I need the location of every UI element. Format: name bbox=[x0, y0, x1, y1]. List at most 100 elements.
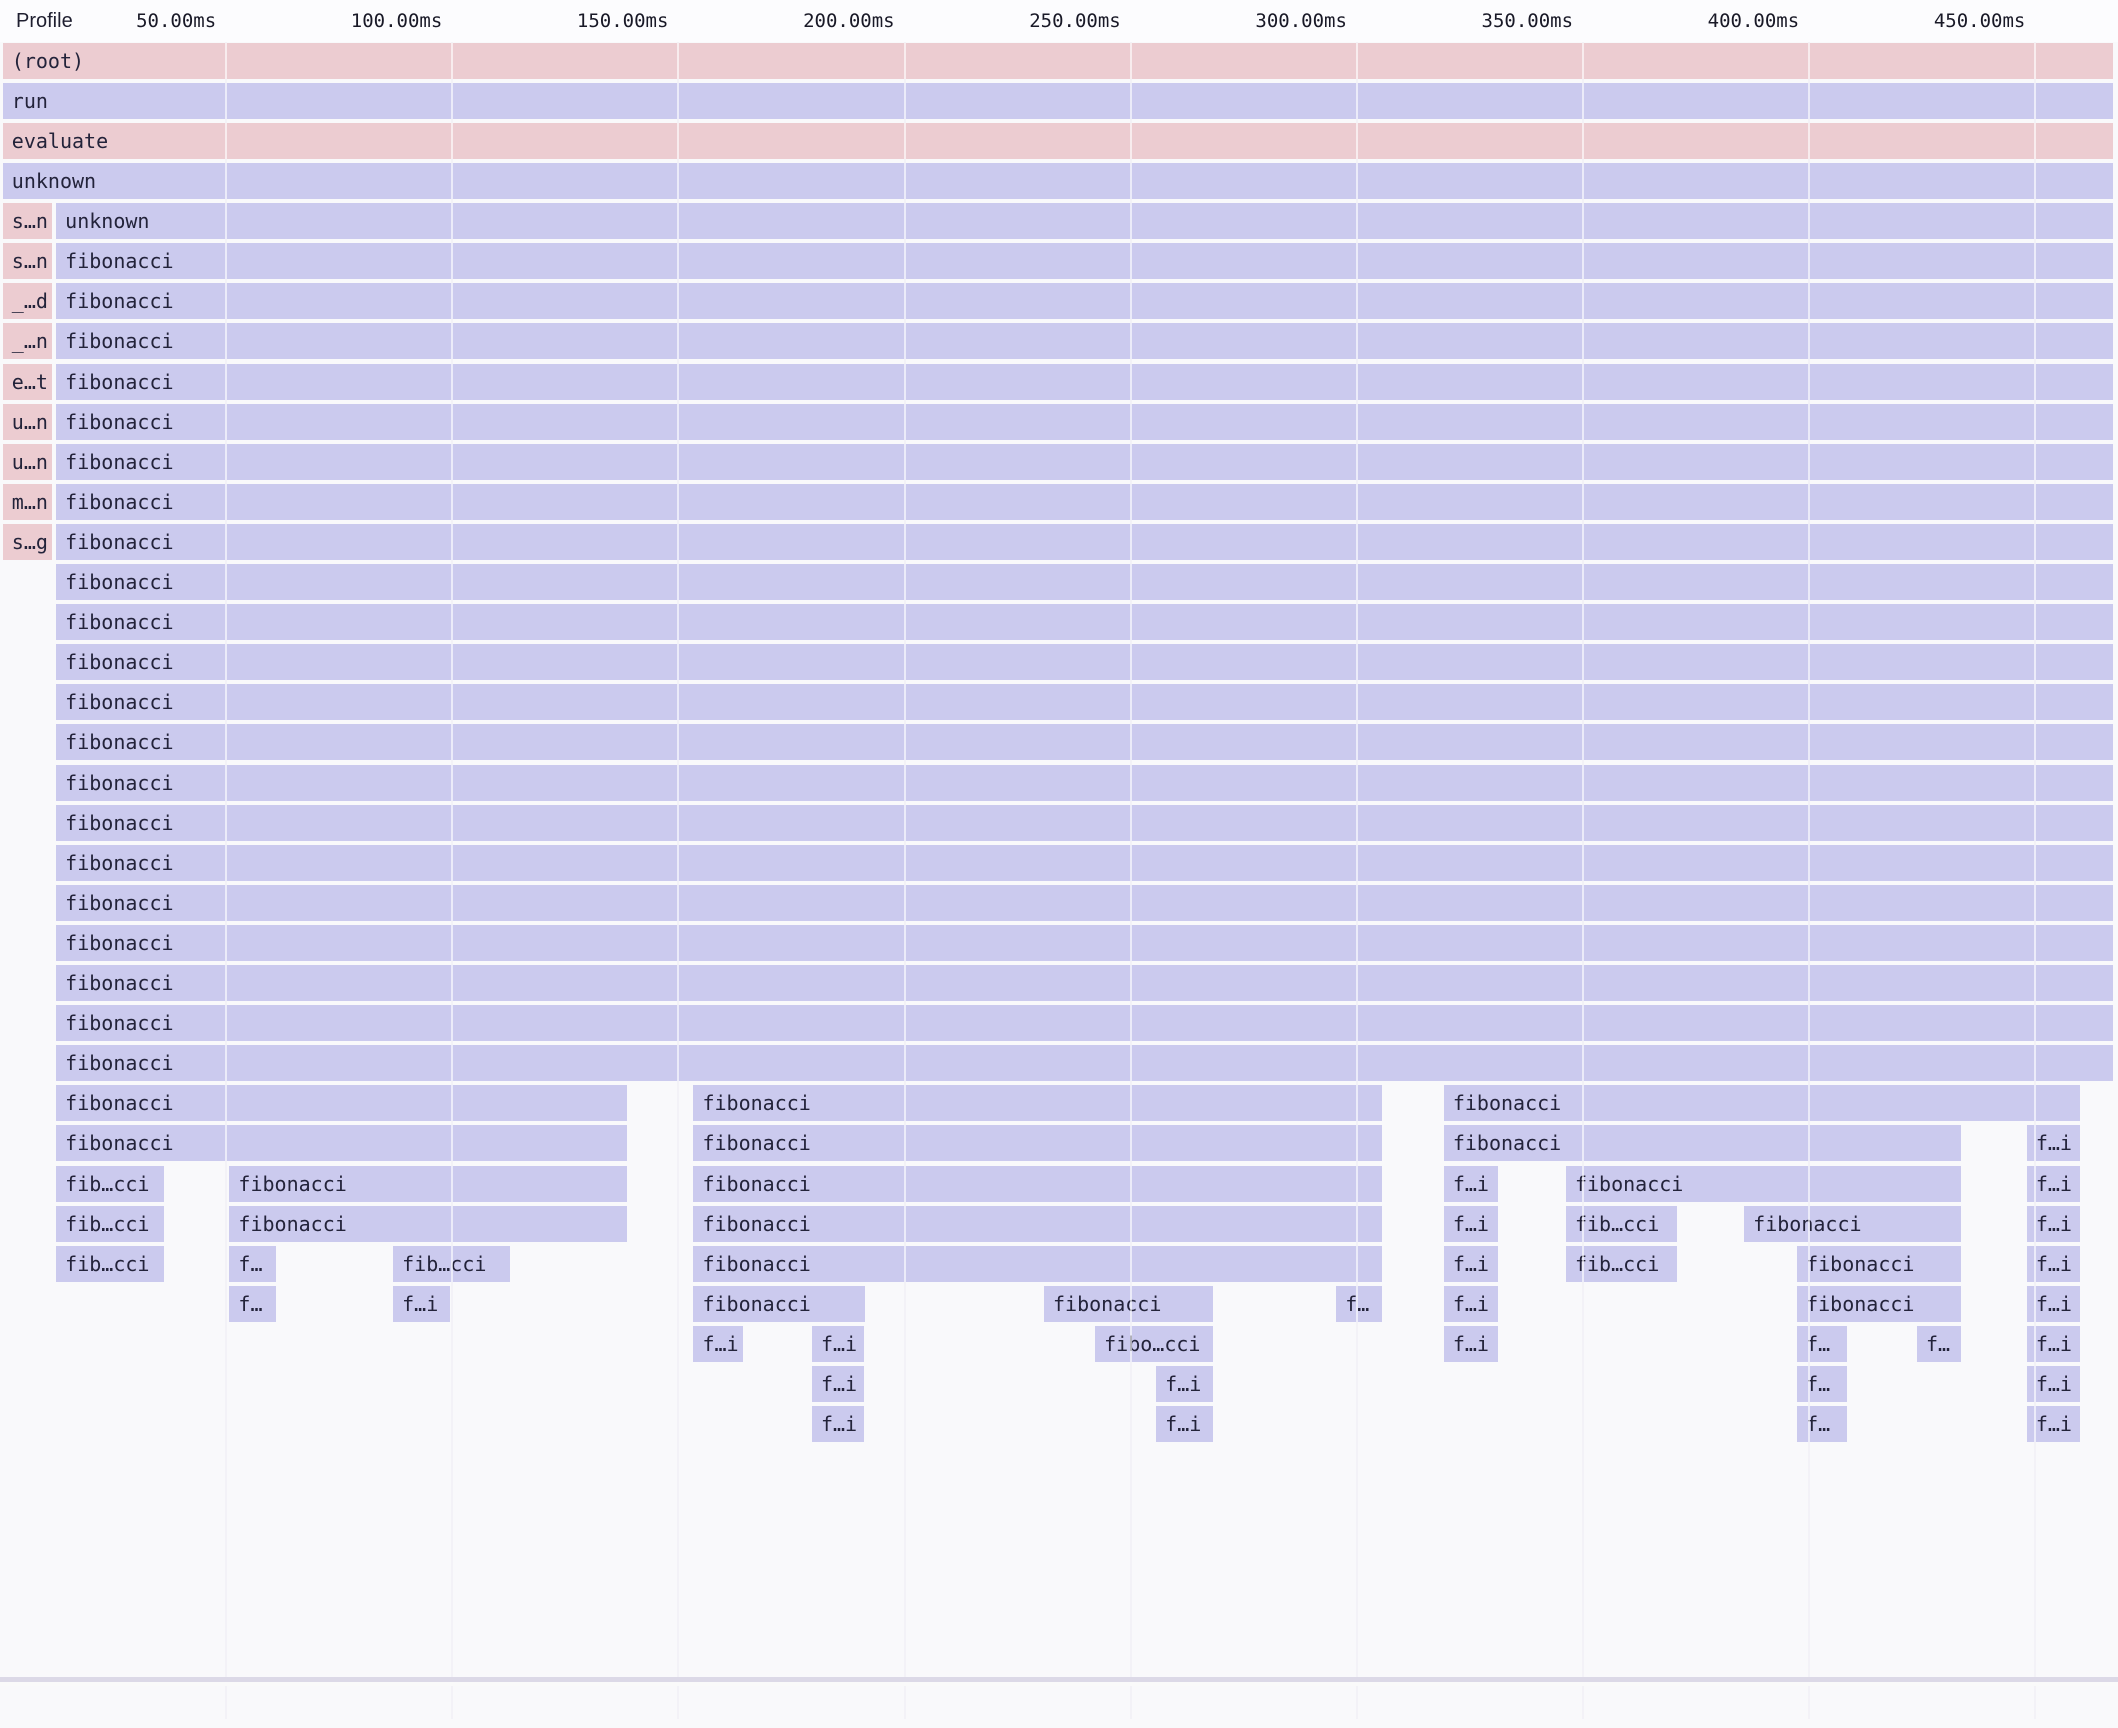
page-title: Profile bbox=[16, 0, 73, 42]
frame-box[interactable]: fibonacci bbox=[56, 1125, 627, 1161]
frame-box[interactable]: fibonacci bbox=[1744, 1206, 1960, 1242]
frame-box[interactable]: fibonacci bbox=[56, 965, 2112, 1001]
frame-box[interactable]: fibonacci bbox=[693, 1125, 1382, 1161]
timeline-ruler[interactable]: Profile 50.00ms100.00ms150.00ms200.00ms2… bbox=[0, 0, 2118, 42]
frame-label: fibonacci bbox=[1444, 1085, 2081, 1121]
frame-box[interactable]: f…i bbox=[1444, 1286, 1498, 1322]
frame-box[interactable]: fibonacci bbox=[56, 845, 2112, 881]
frame-box[interactable]: f… bbox=[229, 1246, 276, 1282]
frame-box[interactable]: f…i bbox=[1156, 1366, 1213, 1402]
frame-label: unknown bbox=[56, 203, 2112, 239]
frame-box[interactable]: m…n bbox=[3, 484, 52, 520]
frame-box[interactable]: _…n bbox=[3, 323, 52, 359]
frame-box[interactable]: e…t bbox=[3, 364, 52, 400]
stack-chart[interactable]: (root)runevaluateunknowns…nunknowns…nfib… bbox=[0, 42, 2118, 1719]
frame-box[interactable]: fibonacci bbox=[56, 484, 2112, 520]
frame-box[interactable]: u…n bbox=[3, 444, 52, 480]
frame-box[interactable]: f…i bbox=[1444, 1246, 1498, 1282]
ruler-tick-label: 400.00ms bbox=[1708, 0, 1800, 42]
frame-box[interactable]: fibonacci bbox=[56, 444, 2112, 480]
frame-label: fibonacci bbox=[693, 1246, 1382, 1282]
frame-box[interactable]: fibonacci bbox=[56, 364, 2112, 400]
frame-box[interactable]: fibonacci bbox=[229, 1166, 627, 1202]
frame-box[interactable]: fib…cci bbox=[56, 1206, 164, 1242]
frame-box[interactable]: f…i bbox=[1444, 1326, 1498, 1362]
frame-box[interactable]: fibonacci bbox=[56, 1085, 627, 1121]
frame-box[interactable]: fibonacci bbox=[56, 925, 2112, 961]
frame-box[interactable]: fibonacci bbox=[1566, 1166, 1961, 1202]
frame-box[interactable]: f… bbox=[1917, 1326, 1961, 1362]
frame-label: fibonacci bbox=[56, 364, 2112, 400]
frame-label: fibonacci bbox=[56, 644, 2112, 680]
frame-label: f… bbox=[229, 1286, 276, 1322]
frame-box[interactable]: f… bbox=[1336, 1286, 1382, 1322]
frame-box[interactable]: f…i bbox=[1444, 1206, 1498, 1242]
frame-box[interactable]: fibonacci bbox=[56, 564, 2112, 600]
ruler-tick-label: 250.00ms bbox=[1029, 0, 1121, 42]
frame-box[interactable]: fibonacci bbox=[693, 1206, 1382, 1242]
frame-box[interactable]: fibonacci bbox=[56, 1045, 2112, 1081]
frame-label: fibonacci bbox=[56, 684, 2112, 720]
frame-box[interactable]: fibonacci bbox=[56, 885, 2112, 921]
frame-box[interactable]: evaluate bbox=[3, 123, 2113, 159]
frame-label: run bbox=[3, 83, 2113, 119]
frame-box[interactable]: f…i bbox=[1444, 1166, 1498, 1202]
frame-box[interactable]: unknown bbox=[56, 203, 2112, 239]
frame-label: fibonacci bbox=[56, 444, 2112, 480]
frame-box[interactable]: fibonacci bbox=[56, 724, 2112, 760]
frame-box[interactable]: f…i bbox=[393, 1286, 450, 1322]
frame-box[interactable]: fibonacci bbox=[693, 1286, 864, 1322]
frame-box[interactable]: fibonacci bbox=[1444, 1085, 2081, 1121]
frame-box[interactable]: f… bbox=[1797, 1406, 1847, 1442]
frame-label: f…i bbox=[1444, 1166, 1498, 1202]
frame-box[interactable]: fibonacci bbox=[1797, 1286, 1960, 1322]
frame-box[interactable]: fibonacci bbox=[1444, 1125, 1961, 1161]
frame-box[interactable]: fibonacci bbox=[56, 323, 2112, 359]
frame-box[interactable]: fibonacci bbox=[56, 524, 2112, 560]
frame-box[interactable]: f… bbox=[1797, 1326, 1847, 1362]
frame-box[interactable]: fibonacci bbox=[56, 1005, 2112, 1041]
frame-box[interactable]: f…i bbox=[812, 1326, 864, 1362]
frame-box[interactable]: f… bbox=[229, 1286, 276, 1322]
frame-box[interactable]: f…i bbox=[1156, 1406, 1213, 1442]
frame-box[interactable]: unknown bbox=[3, 163, 2113, 199]
frame-box[interactable]: fibonacci bbox=[56, 404, 2112, 440]
frame-box[interactable]: fibonacci bbox=[1044, 1286, 1213, 1322]
frame-box[interactable]: u…n bbox=[3, 404, 52, 440]
frame-box[interactable]: fibonacci bbox=[56, 243, 2112, 279]
frame-box[interactable]: f…i bbox=[812, 1406, 864, 1442]
frame-box[interactable]: fibonacci bbox=[56, 644, 2112, 680]
frame-box[interactable]: fibonacci bbox=[1797, 1246, 1960, 1282]
frame-box[interactable]: fibonacci bbox=[56, 604, 2112, 640]
frame-box[interactable]: fib…cci bbox=[56, 1246, 164, 1282]
frame-box[interactable]: _…d bbox=[3, 283, 52, 319]
frame-box[interactable]: fibonacci bbox=[56, 684, 2112, 720]
frame-label: (root) bbox=[3, 43, 2113, 79]
frame-box[interactable]: f…i bbox=[693, 1326, 743, 1362]
frame-label: f… bbox=[229, 1246, 276, 1282]
frame-box[interactable]: s…g bbox=[3, 524, 52, 560]
frame-box[interactable]: fibonacci bbox=[693, 1246, 1382, 1282]
frame-box[interactable]: (root) bbox=[3, 43, 2113, 79]
frame-box[interactable]: fibonacci bbox=[56, 805, 2112, 841]
frame-label: fibonacci bbox=[229, 1166, 627, 1202]
frame-box[interactable]: fibonacci bbox=[693, 1085, 1382, 1121]
frame-box[interactable]: f…i bbox=[812, 1366, 864, 1402]
frame-label: fibonacci bbox=[1444, 1125, 1961, 1161]
ruler-tick-label: 300.00ms bbox=[1255, 0, 1347, 42]
frame-box[interactable]: fibo…cci bbox=[1095, 1326, 1213, 1362]
frame-box[interactable]: fibonacci bbox=[56, 283, 2112, 319]
frame-box[interactable]: fibonacci bbox=[229, 1206, 627, 1242]
gridline-overlay bbox=[451, 42, 453, 1719]
frame-box[interactable]: run bbox=[3, 83, 2113, 119]
frame-label: s…n bbox=[3, 243, 52, 279]
frame-box[interactable]: fibonacci bbox=[56, 765, 2112, 801]
frame-box[interactable]: f… bbox=[1797, 1366, 1847, 1402]
frame-box[interactable]: fibonacci bbox=[693, 1166, 1382, 1202]
frame-box[interactable]: s…n bbox=[3, 243, 52, 279]
ruler-tick-label: 50.00ms bbox=[136, 0, 216, 42]
frame-box[interactable]: s…n bbox=[3, 203, 52, 239]
frame-label: fibonacci bbox=[56, 484, 2112, 520]
frame-box[interactable]: fib…cci bbox=[56, 1166, 164, 1202]
frame-label: f…i bbox=[1156, 1406, 1213, 1442]
